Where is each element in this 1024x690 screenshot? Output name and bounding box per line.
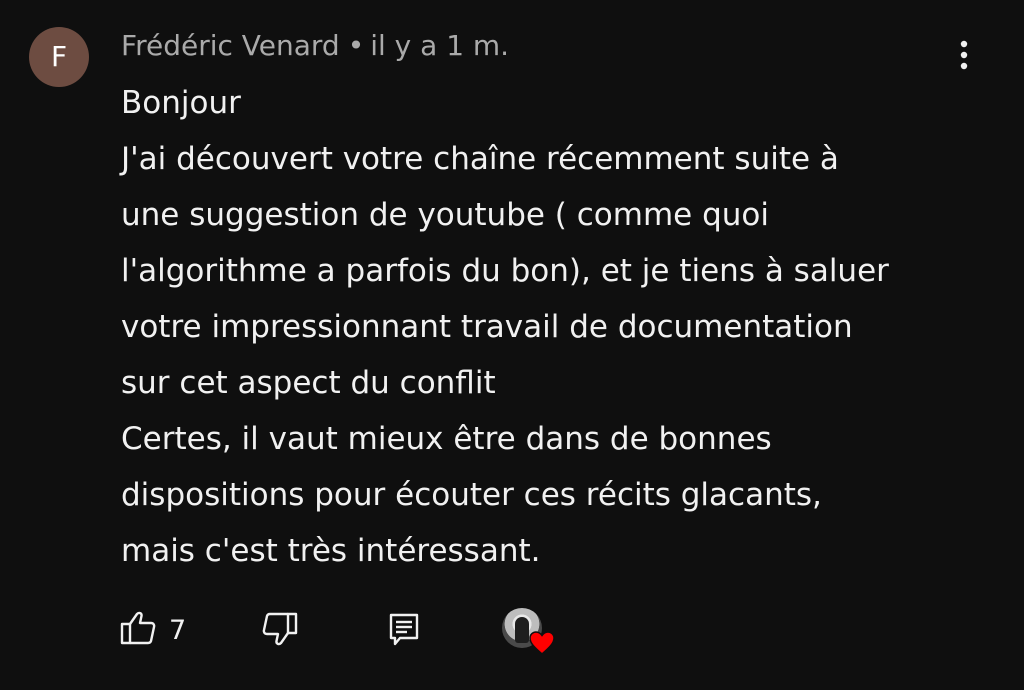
thumbs-up-icon	[119, 610, 157, 650]
comment-timestamp[interactable]: il y a 1 m.	[370, 29, 509, 62]
comment-line: sur cet aspect du conflit	[121, 365, 496, 401]
more-vert-icon[interactable]	[948, 36, 980, 76]
like-count: 7	[169, 614, 187, 646]
comment-header: Frédéric Venard • il y a 1 m.	[121, 27, 509, 65]
author-avatar[interactable]: F	[29, 27, 89, 87]
comment: F Frédéric Venard • il y a 1 m. Bonjour J'…	[0, 0, 1024, 690]
comment-line: dispositions pour écouter ces récits gla…	[121, 477, 822, 513]
comment-line: une suggestion de youtube ( comme quoi	[121, 197, 769, 233]
author-name[interactable]: Frédéric Venard	[121, 29, 340, 62]
creator-avatar-figure	[515, 617, 529, 643]
reply-icon	[386, 613, 422, 654]
comment-line: votre impressionnant travail de document…	[121, 309, 853, 345]
comment-line: Certes, il vaut mieux être dans de bonne…	[121, 421, 772, 457]
comment-line: J'ai découvert votre chaîne récemment su…	[121, 141, 839, 177]
comment-line: l'algorithme a parfois du bon), et je ti…	[121, 253, 889, 289]
reply-button[interactable]	[386, 610, 422, 650]
comment-line: Bonjour	[121, 85, 241, 121]
comment-line: mais c'est très intéressant.	[121, 533, 541, 569]
comment-body: Bonjour J'ai découvert votre chaîne réce…	[121, 75, 981, 579]
like-button[interactable]: 7	[119, 610, 186, 650]
creator-heart-badge	[500, 606, 556, 656]
thumbs-down-icon	[259, 612, 299, 654]
meta-separator: •	[347, 29, 365, 62]
creator-heart-icon	[528, 630, 556, 656]
avatar-letter: F	[50, 40, 68, 73]
dislike-button[interactable]	[259, 610, 299, 650]
